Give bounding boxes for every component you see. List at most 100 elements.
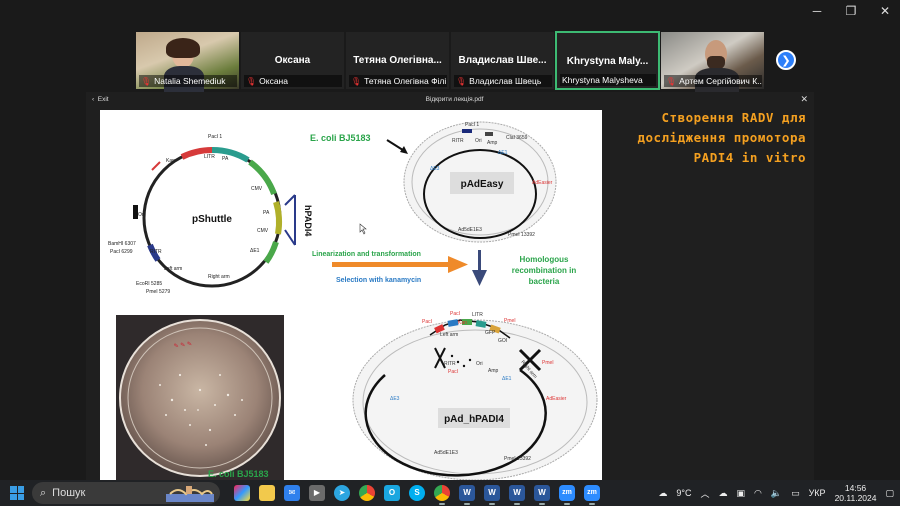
mail-icon[interactable]: ✉ — [284, 485, 300, 501]
ecoli-top-label: E. coli BJ5183 — [310, 133, 371, 143]
notifications-icon[interactable]: ▢ — [885, 488, 894, 499]
linearization-label: Linearization and transformation — [312, 251, 421, 258]
taskbar-search[interactable]: ⌕ Пошук — [32, 482, 220, 504]
search-highlight-icon — [166, 486, 214, 502]
system-tray: ☁ 9°C ︿ ☁ ▣ ◠ 🔈 ▭ УКР 14:56 20.11.2024 ▢ — [658, 480, 894, 506]
participant-label: 🎙 Natalia Shemediuk — [139, 75, 237, 87]
participant-tile-artem[interactable]: 🎙 Артем Сергійович К... — [660, 31, 765, 92]
start-button[interactable] — [10, 486, 24, 500]
pshuttle-label: EcoRI 5285 — [136, 281, 162, 287]
battery-icon[interactable]: ▭ — [791, 488, 800, 499]
volume-icon[interactable]: 🔈 — [771, 488, 782, 499]
outlook-icon[interactable]: O — [384, 485, 400, 501]
padeasy-label: Amp — [487, 140, 498, 146]
pshuttle-name: pShuttle — [192, 214, 232, 225]
pad-label: LITR — [472, 312, 483, 318]
padeasy-label: RITR — [452, 138, 464, 144]
pad-label: GOI — [498, 338, 507, 344]
next-participants-button[interactable]: ❯ — [776, 50, 796, 70]
zoom-icon[interactable]: zm — [584, 485, 600, 505]
pad-label: Amp — [488, 368, 499, 374]
participant-tile-tetiana[interactable]: Тетяна Олегівна... 🎙 Тетяна Олегівна Філі… — [345, 31, 450, 90]
pad-label: Kan — [458, 320, 467, 326]
pad-label: PacI — [422, 319, 432, 325]
slide-figure: pShuttle hPADI4 PacI 1 LITR PA Kan CMV P… — [108, 121, 598, 481]
participant-tile-khrystyna[interactable]: Khrystyna Maly... Khrystyna Malysheva — [555, 31, 660, 90]
svg-text:bacteria: bacteria — [529, 277, 560, 286]
file-title: Відкрити лекція.pdf — [425, 96, 484, 103]
participant-tile-vladyslav[interactable]: Владислав Шве... 🎙 Владислав Швець — [450, 31, 555, 90]
exit-button[interactable]: ‹ Exit — [92, 96, 109, 103]
restore-icon[interactable]: ❐ — [844, 4, 858, 18]
weather-icon[interactable]: ☁ — [658, 488, 667, 499]
mic-muted-icon: 🎙 — [456, 76, 467, 86]
svg-text:Homologous: Homologous — [520, 255, 569, 264]
media-player-icon[interactable]: ▶ — [309, 485, 325, 501]
svg-text:recombination in: recombination in — [512, 266, 577, 275]
viewer-toolbar: ‹ Exit Відкрити лекція.pdf ✕ — [86, 92, 814, 107]
selection-label: Selection with kanamycin — [336, 277, 421, 284]
search-label: Пошук — [52, 487, 86, 499]
word-icon[interactable]: W — [534, 485, 550, 505]
window-controls: ─ ❐ ✕ — [810, 4, 892, 18]
padeasy-label: PmeI 13392 — [508, 232, 535, 238]
ecoli-bottom-label: E. coli BJ5183 — [208, 469, 269, 479]
slide-side-title: Створення RADV для дослідження промотора… — [637, 110, 806, 165]
pshuttle-label: BamHI 6307 — [108, 241, 136, 247]
participant-name: Тетяна Олегівна... — [353, 55, 442, 66]
pshuttle-plasmid: pShuttle hPADI4 PacI 1 LITR PA Kan CMV P… — [108, 134, 313, 295]
telegram-icon[interactable]: ➤ — [334, 485, 350, 501]
clock-date: 20.11.2024 — [834, 493, 877, 503]
participant-label: 🎙 Артем Сергійович К... — [664, 75, 762, 87]
pad-label: AdEasier — [546, 396, 567, 402]
padeasy-label: ΔE3 — [430, 166, 440, 172]
chevron-up-icon[interactable]: ︿ — [700, 487, 709, 500]
slide: pShuttle hPADI4 PacI 1 LITR PA Kan CMV P… — [100, 110, 602, 481]
padeasy-name: pAdEasy — [461, 179, 504, 190]
pad-label: Left arm — [440, 332, 458, 338]
camera-icon[interactable]: ▣ — [736, 488, 745, 499]
close-viewer-icon[interactable]: ✕ — [800, 94, 808, 105]
pshuttle-label: PA — [222, 156, 229, 162]
shared-screen-viewer: ‹ Exit Відкрити лекція.pdf ✕ pShuttle hP… — [86, 92, 814, 481]
participant-name: Оксана — [274, 55, 311, 66]
pshuttle-label: Kan — [166, 158, 175, 164]
pshuttle-label: Left arm — [164, 266, 182, 272]
pad-hpadi4-name: pAd_hPADI4 — [444, 414, 504, 425]
minimize-icon[interactable]: ─ — [810, 4, 824, 18]
copilot-icon[interactable] — [234, 485, 250, 501]
participant-video-hair — [166, 38, 200, 58]
zoom-icon[interactable]: zm — [559, 485, 575, 505]
clock[interactable]: 14:56 20.11.2024 — [835, 483, 877, 503]
recombination-arrow-body — [478, 250, 481, 272]
taskbar-apps: ✉ ▶ ➤ O S W W W W zm zm — [234, 485, 600, 505]
hpadi4-label: hPADI4 — [303, 205, 313, 236]
onedrive-icon[interactable]: ☁ — [718, 488, 727, 499]
pshuttle-label: LITR — [204, 154, 215, 160]
pad-label: PacI — [450, 311, 460, 317]
skype-icon[interactable]: S — [409, 485, 425, 501]
word-icon[interactable]: W — [484, 485, 500, 505]
mic-muted-icon: 🎙 — [666, 76, 677, 86]
transformation-arrowhead — [448, 256, 468, 273]
pshuttle-label: PacI 1 — [208, 134, 222, 140]
language-indicator[interactable]: УКР — [809, 488, 826, 498]
chrome-icon[interactable] — [359, 485, 375, 501]
wifi-icon[interactable]: ◠ — [754, 488, 762, 499]
pshuttle-label: RITR — [150, 249, 162, 255]
cmv-segment — [273, 201, 283, 235]
mic-muted-icon: 🎙 — [141, 76, 152, 86]
pad-label: RITR — [444, 361, 456, 367]
weather-temp: 9°C — [676, 488, 692, 498]
participant-tile-natalia[interactable]: 🎙 Natalia Shemediuk — [135, 31, 240, 92]
petri-dish-photo: ✎ ✎ ✎ — [116, 315, 284, 480]
word-icon[interactable]: W — [509, 485, 525, 505]
close-icon[interactable]: ✕ — [878, 4, 892, 18]
pad-label: PmeI — [504, 318, 516, 324]
chevron-right-icon: ❯ — [781, 55, 791, 67]
search-icon: ⌕ — [40, 486, 47, 499]
file-explorer-icon[interactable] — [259, 485, 275, 501]
chrome-profile-icon[interactable] — [434, 485, 450, 505]
word-icon[interactable]: W — [459, 485, 475, 505]
participant-tile-oksana[interactable]: Оксана 🎙 Оксана — [240, 31, 345, 90]
